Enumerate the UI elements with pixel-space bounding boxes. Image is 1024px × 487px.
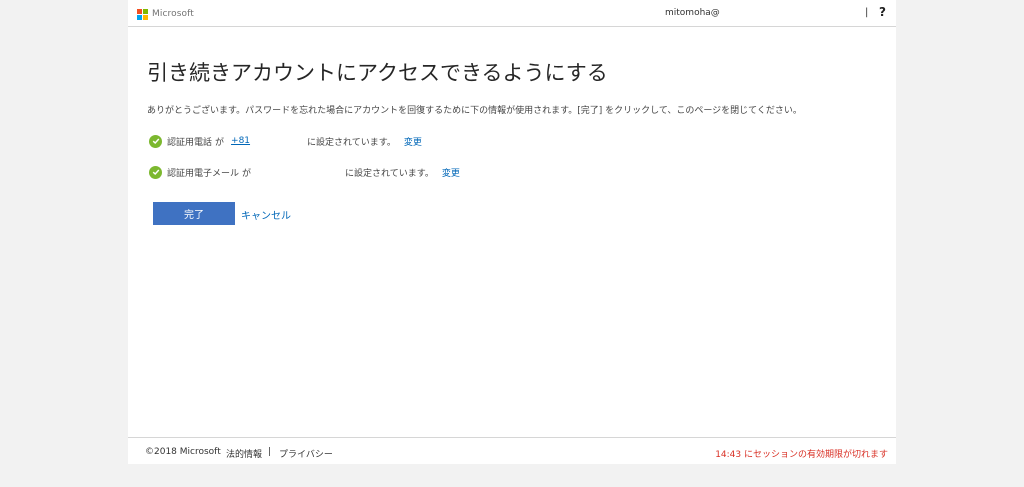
email-label: 認証用電子メール	[167, 168, 240, 179]
privacy-link[interactable]: プライバシー	[279, 447, 333, 460]
check-circle-icon	[149, 134, 162, 148]
phone-label: 認証用電話	[167, 137, 213, 148]
help-icon[interactable]: ?	[879, 5, 886, 19]
brand-name: Microsoft	[152, 9, 194, 19]
footer-separator: |	[268, 447, 272, 457]
page-description: ありがとうございます。パスワードを忘れた場合にアカウントを回復するために下の情報…	[147, 106, 802, 116]
cancel-link[interactable]: キャンセル	[241, 207, 291, 222]
change-email-link[interactable]: 変更	[442, 166, 460, 179]
user-name[interactable]: mitomoha@	[665, 8, 720, 18]
legal-link[interactable]: 法的情報	[226, 447, 262, 460]
copyright-text: ©2018 Microsoft	[145, 447, 221, 457]
account-recovery-page: Microsoft mitomoha@ | ? 引き続きアカウントにアクセスでき…	[128, 0, 896, 464]
session-expiry-text: 14:43 にセッションの有効期限が切れます	[715, 450, 888, 460]
change-phone-link[interactable]: 変更	[404, 135, 422, 148]
check-circle-icon	[149, 165, 162, 179]
phone-particle: が	[215, 137, 225, 148]
footer: ©2018 Microsoft 法的情報 | プライバシー 14:43 にセッシ…	[128, 437, 896, 464]
header-separator: |	[865, 7, 869, 18]
email-row: 認証用電子メール が に設定されています。 変更	[149, 165, 460, 179]
phone-value-link[interactable]: +81	[231, 136, 250, 146]
phone-row: 認証用電話 が +81 に設定されています。 変更	[149, 134, 422, 148]
header: Microsoft mitomoha@ | ?	[128, 0, 896, 27]
email-status: に設定されています。	[345, 168, 434, 179]
microsoft-logo-icon	[137, 8, 148, 20]
page-title: 引き続きアカウントにアクセスできるようにする	[147, 61, 608, 85]
email-particle: が	[242, 168, 252, 179]
phone-status: に設定されています。	[307, 137, 396, 148]
done-button[interactable]: 完了	[153, 202, 235, 225]
microsoft-logo: Microsoft	[137, 8, 194, 20]
